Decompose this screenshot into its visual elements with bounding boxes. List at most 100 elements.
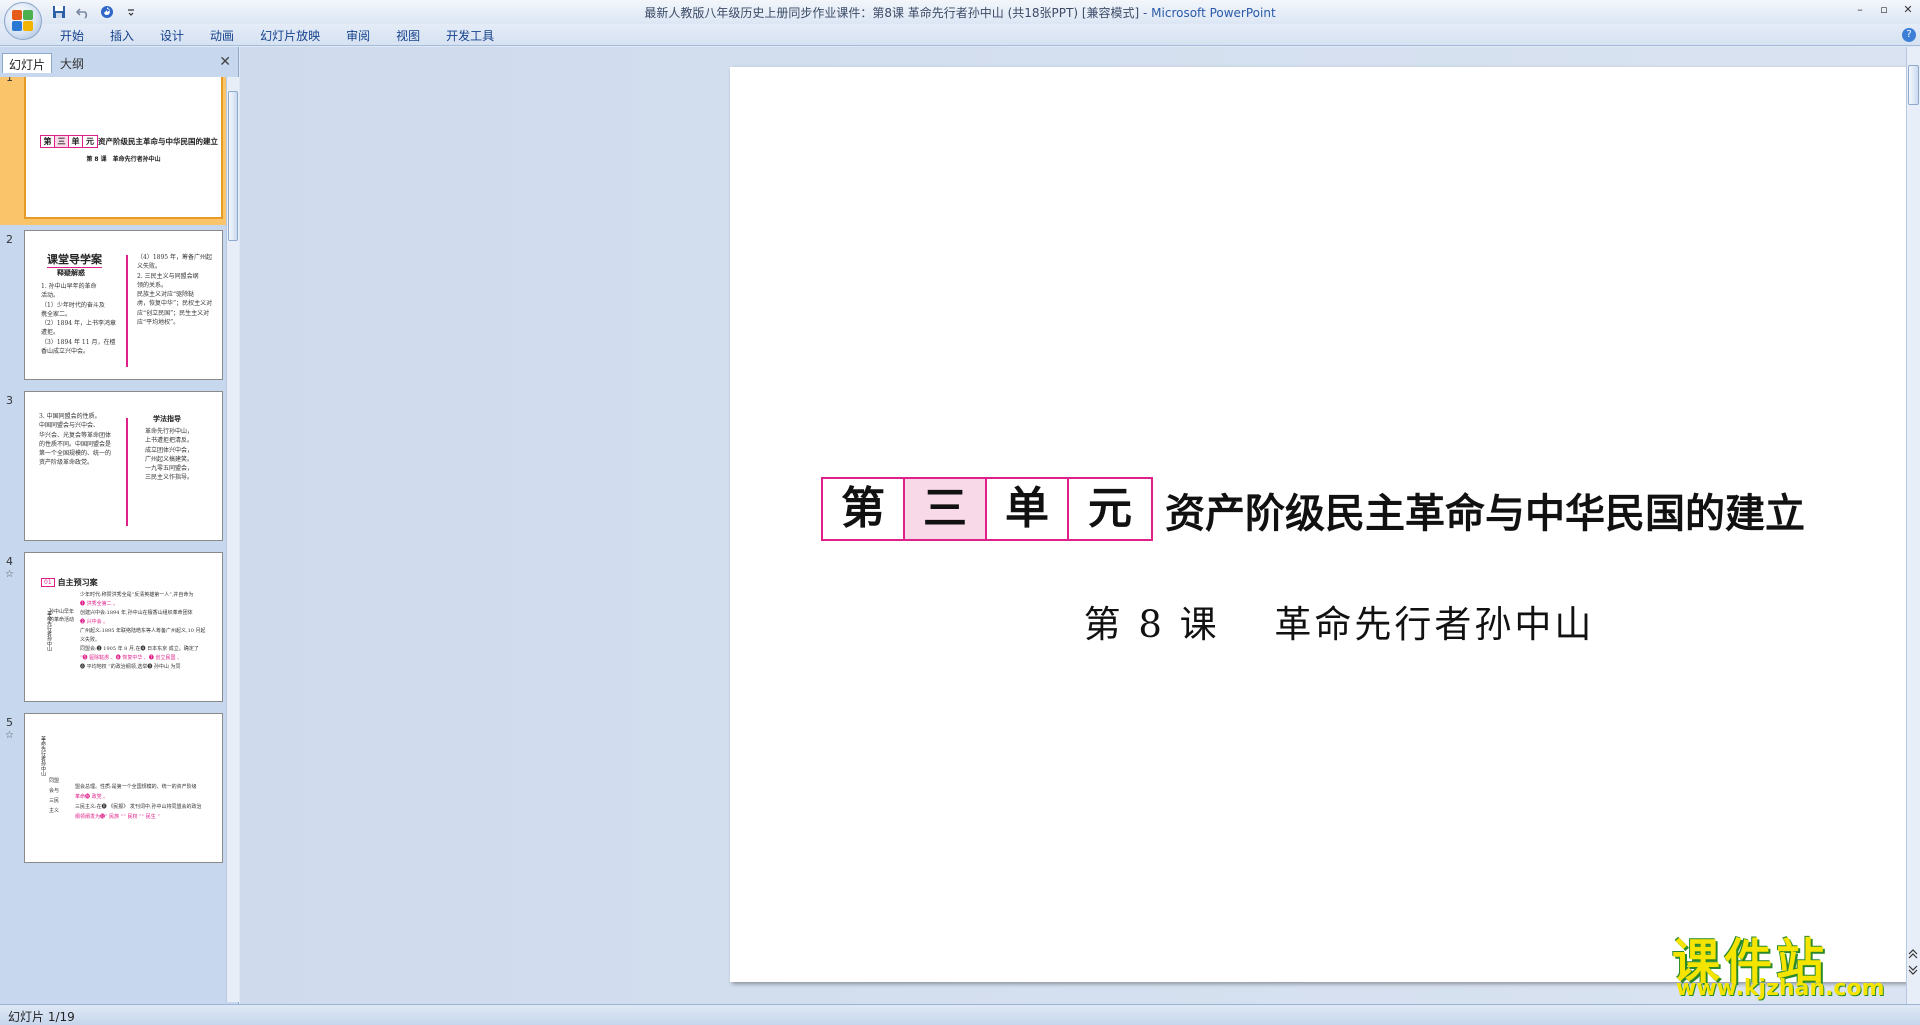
thumb-divider bbox=[126, 418, 128, 526]
thumbnail-row[interactable]: 5 ☆ 革命先行者孙中山 同盟 会与 三民 主义 盟会总理。性质:是第一个全国规… bbox=[0, 712, 226, 867]
scrollbar-thumb[interactable] bbox=[228, 91, 238, 241]
document-title: 最新人教版八年级历史上册同步作业课件：第8课 革命先行者孙中山 (共18张PPT… bbox=[644, 6, 1140, 20]
close-button[interactable]: ✕ bbox=[1900, 2, 1916, 18]
tab-animations[interactable]: 动画 bbox=[210, 27, 234, 44]
thumb-line: 活动。 bbox=[41, 292, 60, 300]
thumbnail-row[interactable]: 1 第 三 单 元 资产阶级民主革命与中华民国的建立 第 8 课 革命先行者孙中… bbox=[0, 77, 226, 225]
slide-nav-arrows bbox=[1906, 948, 1920, 980]
thumb-line: 同盟 bbox=[49, 778, 60, 784]
thumb-unit-char: 元 bbox=[86, 137, 94, 146]
thumb-subtitle: 释疑解惑 bbox=[57, 269, 85, 277]
thumb-line: 上书遭拒把清反。 bbox=[145, 437, 194, 445]
slide-thumbnail[interactable]: 01 自主预习案 革命先行者孙中山 孙中山早年 的革命活动 少年时代:称赞洪秀全… bbox=[24, 552, 223, 702]
thumb-line: 主义 bbox=[49, 808, 60, 814]
slide-scrollbar[interactable] bbox=[1906, 47, 1920, 1004]
previous-slide-icon[interactable] bbox=[1906, 948, 1920, 964]
help-icon[interactable]: ? bbox=[1902, 28, 1916, 42]
thumb-body-right: 革命先行孙中山， 上书遭拒把清反。 成立团体兴中会， 广州起义搞建笑。 一九零五… bbox=[145, 427, 222, 483]
thumb-line: 3. 中国同盟会的性质。 bbox=[39, 413, 101, 420]
thumb-line: （1）少年时代的奋斗及 bbox=[41, 301, 105, 309]
tab-review[interactable]: 审阅 bbox=[346, 27, 370, 44]
thumb-line: 同盟会:❸ 1905 年 8 月,在❹ 日本东京 成立。确定了 bbox=[80, 646, 199, 652]
status-bar: 幻灯片 1/19 bbox=[0, 1004, 1920, 1025]
tab-home[interactable]: 开始 bbox=[60, 27, 84, 44]
thumb-line: 1. 孙中山早年的革命 bbox=[41, 283, 97, 290]
thumb-line: 革命❿ 政党 。 bbox=[75, 794, 109, 800]
thumb-side-labels: 同盟 会与 三民 主义 bbox=[49, 776, 59, 816]
minimize-button[interactable]: – bbox=[1852, 2, 1868, 18]
thumbnail-row[interactable]: 4 ☆ 01 自主预习案 革命先行者孙中山 孙中山早年 的革命活动 少年时代:称… bbox=[0, 551, 226, 706]
slide-thumbnail[interactable]: 3. 中国同盟会的性质。 中国同盟会与兴中会、 华兴会、光复会等革命团体 的性质… bbox=[24, 391, 223, 541]
thumb-unit-char: 第 bbox=[41, 136, 55, 147]
thumb-line: 领的关系。 bbox=[137, 281, 168, 289]
thumbnail-scrollbar[interactable] bbox=[226, 77, 239, 1002]
thumb-section-title: 自主预习案 bbox=[57, 578, 98, 587]
slide-thumbnail[interactable]: 第 三 单 元 资产阶级民主革命与中华民国的建立 第 8 课 革命先行者孙中山 bbox=[24, 77, 223, 219]
watermark-logo: 课件站 www.kjzhan.com bbox=[1668, 922, 1898, 1002]
slide-number: 2 bbox=[6, 233, 13, 246]
thumb-title: 课堂导学案 bbox=[47, 253, 102, 268]
lesson-title: 第 8 课 革命先行者孙中山 bbox=[1083, 603, 1595, 646]
thumb-body-right: （4）1895 年，筹备广州起 义失败。 2. 三民主义与同盟会纲 领的关系。 … bbox=[137, 253, 221, 327]
animation-star-icon: ☆ bbox=[5, 730, 14, 741]
thumb-divider bbox=[126, 255, 128, 367]
tab-outline[interactable]: 大纲 bbox=[54, 53, 90, 73]
window-controls: – ▫ ✕ bbox=[1852, 2, 1916, 18]
slide-thumbnail[interactable]: 革命先行者孙中山 同盟 会与 三民 主义 盟会总理。性质:是第一个全国规模的、统… bbox=[24, 713, 223, 863]
tab-view[interactable]: 视图 bbox=[396, 27, 420, 44]
scrollbar-thumb[interactable] bbox=[1908, 65, 1919, 105]
thumb-line: 成立团体兴中会， bbox=[145, 446, 194, 454]
thumb-line: 盟会总理。性质:是第一个全国规模的、统一的资产阶级 bbox=[75, 784, 197, 790]
thumb-line: 应“创立民国”；民生主义对 bbox=[137, 309, 210, 317]
tab-slideshow[interactable]: 幻灯片放映 bbox=[260, 27, 320, 44]
thumbnail-row[interactable]: 3 3. 中国同盟会的性质。 中国同盟会与兴中会、 华兴会、光复会等革命团体 的… bbox=[0, 390, 226, 545]
thumb-title: 学法指导 bbox=[153, 415, 181, 423]
tab-developer[interactable]: 开发工具 bbox=[446, 27, 494, 44]
thumb-line: 应“平均地权”。 bbox=[137, 319, 180, 327]
title-bar: 最新人教版八年级历史上册同步作业课件：第8课 革命先行者孙中山 (共18张PPT… bbox=[0, 0, 1920, 40]
thumbnail-row[interactable]: 2 课堂导学案 释疑解惑 1. 孙中山早年的革命 活动。 （1）少年时代的奋斗及… bbox=[0, 229, 226, 384]
current-slide[interactable]: 第 三 单 元 资产阶级民主革命与中华民国的建立 第 8 课 革命先行者孙中山 bbox=[730, 67, 1920, 982]
thumb-body-left: 1. 孙中山早年的革命 活动。 （1）少年时代的奋斗及 携全家二。 （2）189… bbox=[41, 282, 125, 356]
thumb-line: 广州起义搞建笑。 bbox=[145, 455, 194, 463]
close-pane-icon[interactable]: ✕ bbox=[219, 54, 231, 70]
thumb-line: 的革命活动 bbox=[49, 616, 75, 623]
thumb-line: （3）1894 年 11 月，在檀 bbox=[41, 338, 116, 346]
thumb-line: 革命先行孙中山， bbox=[145, 428, 194, 435]
thumb-line: 的性质不同。中国同盟会是 bbox=[39, 440, 112, 448]
slides-pane: 幻灯片 大纲 ✕ 1 第 三 单 元 资产阶级民主革命与中华民国的建立 第 8 … bbox=[0, 47, 239, 1004]
slide-editor: 第 三 单 元 资产阶级民主革命与中华民国的建立 第 8 课 革命先行者孙中山 bbox=[240, 47, 1920, 1004]
thumb-line: 一九零五同盟会， bbox=[145, 465, 194, 473]
office-button[interactable] bbox=[4, 2, 42, 40]
thumb-body-left: 3. 中国同盟会的性质。 中国同盟会与兴中会、 华兴会、光复会等革命团体 的性质… bbox=[39, 412, 125, 468]
thumb-line: 三民 bbox=[49, 798, 60, 804]
unit-boxes: 第 三 单 元 bbox=[821, 477, 1153, 541]
thumb-line: 第一个全国规模的、统一的 bbox=[39, 450, 112, 458]
tab-insert[interactable]: 插入 bbox=[110, 27, 134, 44]
slide-thumbnail[interactable]: 课堂导学案 释疑解惑 1. 孙中山早年的革命 活动。 （1）少年时代的奋斗及 携… bbox=[24, 230, 223, 380]
maximize-button[interactable]: ▫ bbox=[1876, 2, 1892, 18]
slide-number: 3 bbox=[6, 394, 13, 407]
tab-slides[interactable]: 幻灯片 bbox=[2, 53, 53, 73]
watermark-url: www.kjzhan.com bbox=[1676, 976, 1885, 1001]
slide-number: 5 bbox=[6, 716, 13, 729]
tab-design[interactable]: 设计 bbox=[160, 27, 184, 44]
thumb-subtitle: 第 8 课 革命先行者孙中山 bbox=[86, 156, 161, 163]
thumb-section-header: 01 自主预习案 bbox=[41, 577, 98, 588]
thumb-line: “❺ 驱除鞑虏 、❻ 恢复中华 、❼ 创立民国 、 bbox=[80, 655, 183, 661]
thumb-unit-boxes: 第 三 单 元 bbox=[40, 135, 98, 148]
thumb-line: （4）1895 年，筹备广州起 bbox=[137, 254, 212, 261]
app-name: - Microsoft PowerPoint bbox=[1139, 6, 1276, 20]
thumb-line: （2）1894 年，上书李鸿章 bbox=[41, 320, 116, 328]
pane-tabs: 幻灯片 大纲 ✕ bbox=[0, 47, 239, 75]
next-slide-icon[interactable] bbox=[1906, 964, 1920, 980]
thumb-line: ❽ 平均地权 ”的政治纲领,选举❾ 孙中山 为同 bbox=[80, 664, 181, 670]
thumb-line: 2. 三民主义与同盟会纲 bbox=[137, 272, 199, 280]
thumb-line: 义失败。 bbox=[80, 637, 101, 643]
thumb-line: 民族主义对应“驱除鞑 bbox=[137, 291, 195, 299]
thumb-line: 纲领阐发为⓬“ 民族 ”“ 民权 ”“ 民生 ” bbox=[75, 814, 160, 820]
thumb-line: 三民主义作指导。 bbox=[145, 474, 194, 482]
slide-counter: 幻灯片 1/19 bbox=[8, 1010, 75, 1024]
thumb-line: 义失败。 bbox=[137, 263, 162, 271]
ribbon-tabs: 开始 插入 设计 动画 幻灯片放映 审阅 视图 开发工具 ? bbox=[0, 24, 1920, 46]
